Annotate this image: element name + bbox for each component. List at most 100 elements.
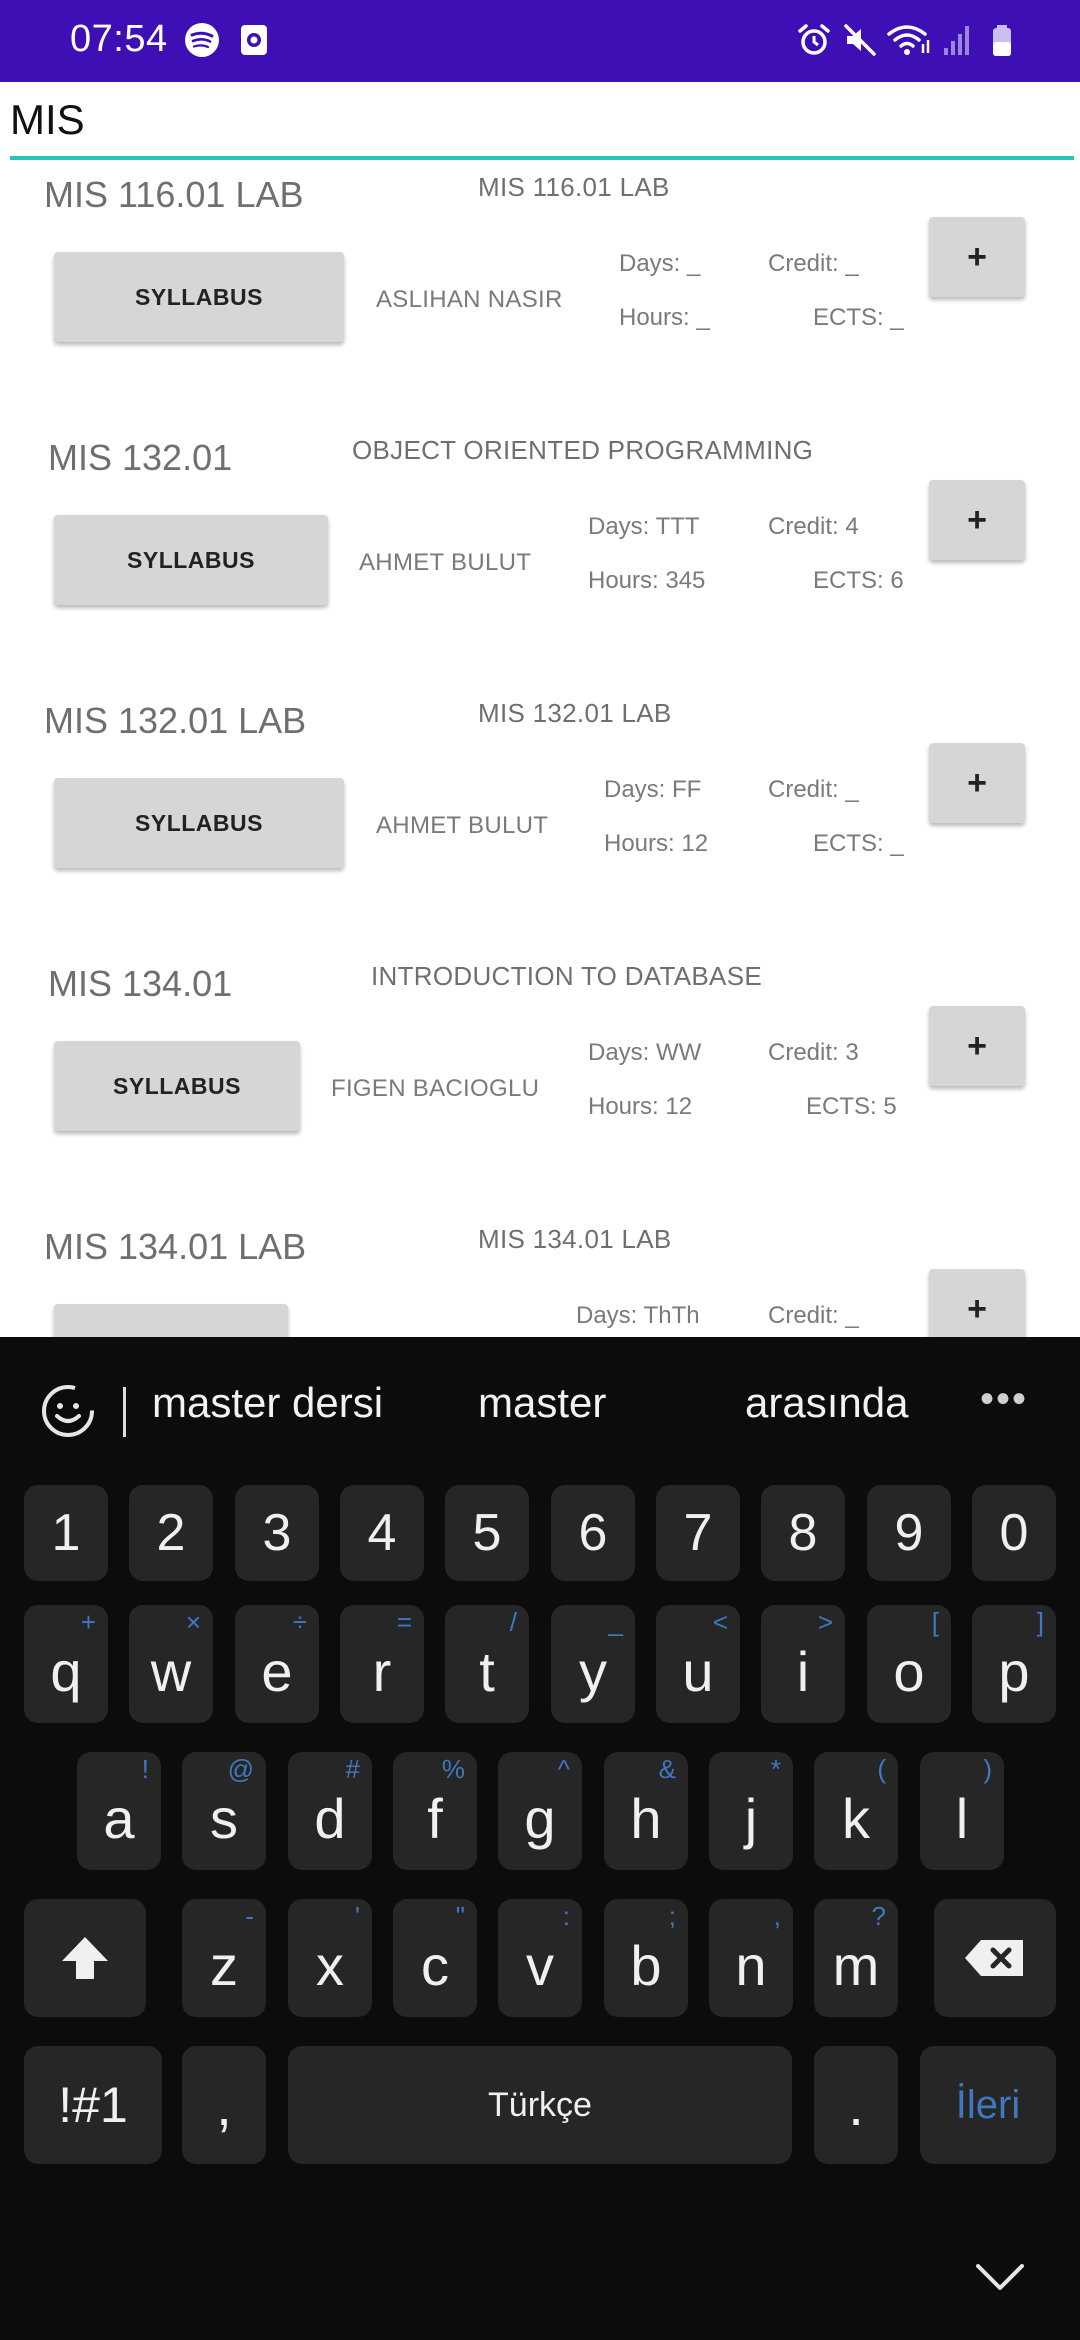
key-label: i bbox=[796, 1639, 810, 1703]
battery-icon bbox=[993, 25, 1011, 56]
course-ects: ECTS: _ bbox=[813, 304, 904, 331]
key-h[interactable]: & h bbox=[604, 1752, 688, 1870]
course-list[interactable]: MIS 116.01 LAB MIS 116.01 LAB SYLLABUS A… bbox=[0, 162, 1080, 1337]
key-label: y bbox=[579, 1639, 607, 1703]
suggestion-1[interactable]: master dersi bbox=[152, 1379, 383, 1427]
key-x[interactable]: ' x bbox=[288, 1899, 372, 2017]
key-hint: ( bbox=[877, 1754, 886, 1784]
key-label: s bbox=[210, 1786, 238, 1850]
syllabus-button[interactable]: SYLLABUS bbox=[54, 515, 328, 605]
emoji-icon[interactable] bbox=[38, 1383, 98, 1439]
add-course-button[interactable]: + bbox=[929, 743, 1025, 823]
course-title: MIS 116.01 LAB bbox=[478, 172, 670, 202]
course-title: OBJECT ORIENTED PROGRAMMING bbox=[352, 435, 814, 465]
key-1[interactable]: 1 bbox=[24, 1485, 108, 1581]
course-instructor: AHMET BULUT bbox=[359, 549, 532, 576]
course-ects: ECTS: 6 bbox=[813, 567, 904, 594]
key-i[interactable]: > i bbox=[761, 1605, 845, 1723]
key-hint: & bbox=[658, 1754, 676, 1784]
key-label: u bbox=[682, 1639, 714, 1703]
shift-icon bbox=[62, 1937, 108, 1979]
key-q[interactable]: + q bbox=[24, 1605, 108, 1723]
course-credit: Credit: _ bbox=[768, 1302, 859, 1329]
search-bar[interactable]: MIS bbox=[0, 82, 1080, 162]
status-time: 07:54 bbox=[70, 18, 168, 60]
key-hint: : bbox=[562, 1901, 570, 1931]
key-2[interactable]: 2 bbox=[129, 1485, 213, 1581]
suggestion-3[interactable]: arasında bbox=[745, 1379, 908, 1427]
screen-record-icon bbox=[241, 25, 267, 55]
key-s[interactable]: @ s bbox=[182, 1752, 266, 1870]
key-label: k bbox=[842, 1786, 870, 1850]
key-label: h bbox=[630, 1786, 662, 1850]
key-u[interactable]: < u bbox=[656, 1605, 740, 1723]
key-c[interactable]: " c bbox=[393, 1899, 477, 2017]
key-j[interactable]: * j bbox=[709, 1752, 793, 1870]
key-z[interactable]: -z bbox=[182, 1899, 266, 2017]
syllabus-button[interactable]: SYLLABUS bbox=[54, 252, 344, 342]
suggestion-2[interactable]: master bbox=[478, 1379, 606, 1427]
key-hint: ? bbox=[871, 1901, 886, 1931]
key-hint: * bbox=[770, 1754, 781, 1784]
key-d[interactable]: # d bbox=[288, 1752, 372, 1870]
key-k[interactable]: (k bbox=[814, 1752, 898, 1870]
mute-icon bbox=[844, 24, 876, 56]
syllabus-button[interactable] bbox=[54, 1304, 288, 1337]
next-key[interactable]: İleri bbox=[920, 2046, 1056, 2164]
key-hint: = bbox=[396, 1607, 412, 1637]
key-l[interactable]: ) l bbox=[920, 1752, 1004, 1870]
course-ects: ECTS: _ bbox=[813, 830, 904, 857]
key-r[interactable]: = r bbox=[340, 1605, 424, 1723]
key-3[interactable]: 3 bbox=[235, 1485, 319, 1581]
space-key[interactable]: Türkçe bbox=[288, 2046, 792, 2164]
key-hint: < bbox=[712, 1607, 728, 1637]
course-days: Days: ThTh bbox=[576, 1302, 700, 1329]
more-options-icon[interactable]: ••• bbox=[980, 1377, 1028, 1422]
key-t[interactable]: / t bbox=[445, 1605, 529, 1723]
add-course-button[interactable]: + bbox=[929, 1269, 1025, 1337]
key-hint: > bbox=[817, 1607, 833, 1637]
period-key[interactable]: . bbox=[814, 2046, 898, 2164]
key-g[interactable]: ^ g bbox=[498, 1752, 582, 1870]
search-input[interactable]: MIS bbox=[10, 96, 85, 144]
key-5[interactable]: 5 bbox=[445, 1485, 529, 1581]
key-p[interactable]: ] p bbox=[972, 1605, 1056, 1723]
key-0[interactable]: 0 bbox=[972, 1485, 1056, 1581]
hide-keyboard-icon[interactable] bbox=[974, 2262, 1026, 2292]
key-hint: / bbox=[509, 1607, 517, 1637]
course-title: MIS 134.01 LAB bbox=[478, 1224, 672, 1254]
key-7[interactable]: 7 bbox=[656, 1485, 740, 1581]
key-f[interactable]: % f bbox=[393, 1752, 477, 1870]
syllabus-button[interactable]: SYLLABUS bbox=[54, 778, 344, 868]
backspace-key[interactable] bbox=[934, 1899, 1056, 2017]
key-n[interactable]: ,n bbox=[709, 1899, 793, 2017]
key-hint: " bbox=[455, 1901, 465, 1931]
key-9[interactable]: 9 bbox=[867, 1485, 951, 1581]
key-m[interactable]: ? m bbox=[814, 1899, 898, 2017]
comma-key[interactable]: , bbox=[182, 2046, 266, 2164]
course-title: MIS 132.01 LAB bbox=[478, 698, 672, 728]
alarm-icon bbox=[798, 24, 830, 55]
add-course-button[interactable]: + bbox=[929, 217, 1025, 297]
shift-key[interactable] bbox=[24, 1899, 146, 2017]
key-y[interactable]: _ y bbox=[551, 1605, 635, 1723]
key-label: r bbox=[372, 1639, 392, 1703]
key-b[interactable]: ; b bbox=[604, 1899, 688, 2017]
key-v[interactable]: :v bbox=[498, 1899, 582, 2017]
key-4[interactable]: 4 bbox=[340, 1485, 424, 1581]
course-code: MIS 132.01 bbox=[48, 437, 233, 478]
syllabus-button[interactable]: SYLLABUS bbox=[54, 1041, 300, 1131]
key-hint: ! bbox=[141, 1754, 149, 1784]
key-6[interactable]: 6 bbox=[551, 1485, 635, 1581]
symbols-key[interactable]: !#1 bbox=[24, 2046, 162, 2164]
add-course-button[interactable]: + bbox=[929, 1006, 1025, 1086]
key-8[interactable]: 8 bbox=[761, 1485, 845, 1581]
course-instructor: AHMET BULUT bbox=[376, 812, 549, 839]
course-title: INTRODUCTION TO DATABASE bbox=[371, 961, 762, 991]
key-o[interactable]: [o bbox=[867, 1605, 951, 1723]
suggestion-bar: master dersi master arasında ••• bbox=[0, 1337, 1080, 1477]
key-a[interactable]: ! a bbox=[77, 1752, 161, 1870]
key-e[interactable]: ÷ e bbox=[235, 1605, 319, 1723]
key-w[interactable]: × w bbox=[129, 1605, 213, 1723]
add-course-button[interactable]: + bbox=[929, 480, 1025, 560]
